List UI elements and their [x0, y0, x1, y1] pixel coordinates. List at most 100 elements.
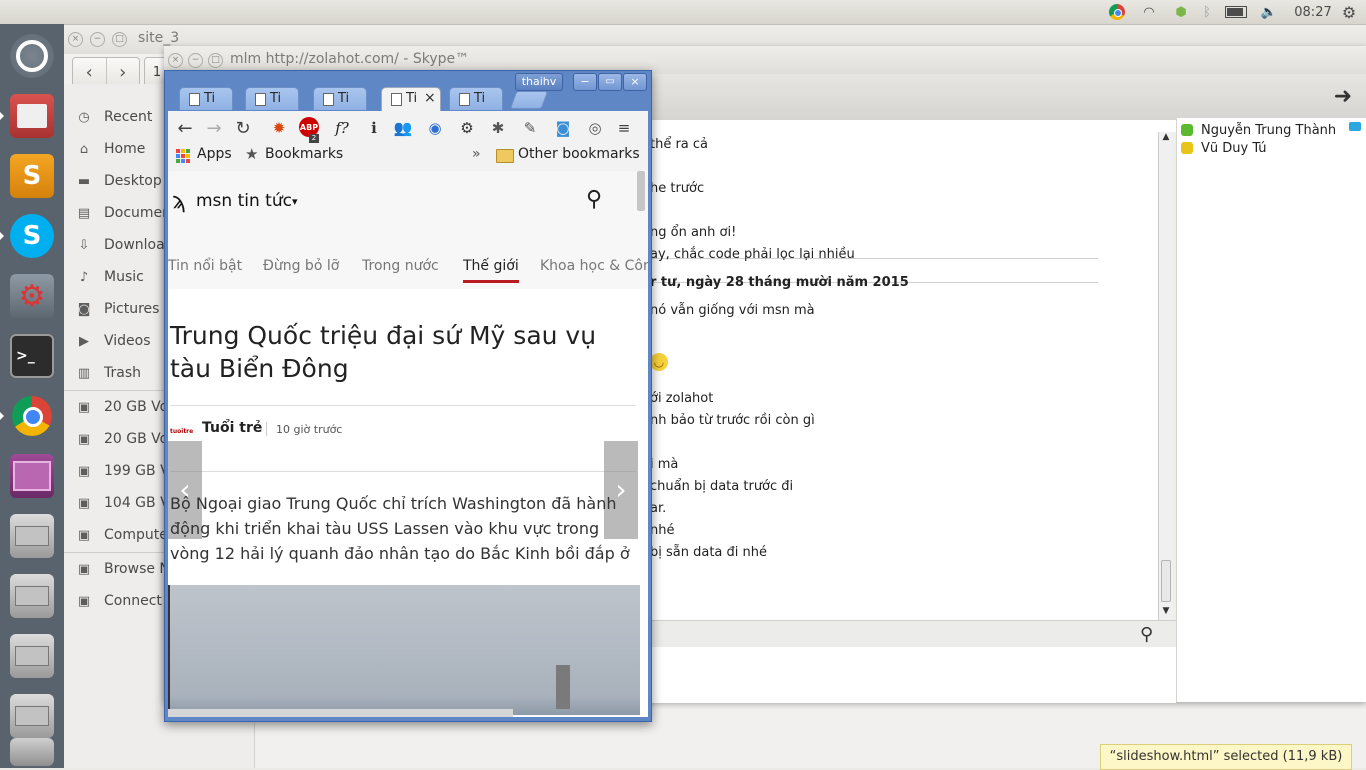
- nav-tab[interactable]: Khoa học & Công nghệ: [540, 258, 648, 280]
- volume-icon[interactable]: 🔈: [1258, 3, 1280, 21]
- sidebar-item-label: Desktop: [104, 173, 162, 189]
- tab-title: Ti: [270, 91, 282, 106]
- folder-icon: ▬: [77, 173, 91, 189]
- drive-icon[interactable]: [6, 570, 58, 622]
- chat-scrollbar[interactable]: ▲ ▼: [1158, 132, 1173, 620]
- bluetooth-icon[interactable]: ᛒ: [1198, 3, 1216, 21]
- apps-icon[interactable]: [176, 149, 190, 163]
- contact-name: Vũ Duy Tú: [1201, 140, 1267, 156]
- tab[interactable]: Ti: [179, 87, 233, 110]
- chat-message: nhé: [650, 523, 675, 538]
- system-settings-icon[interactable]: ⚙: [6, 270, 58, 322]
- spider-icon[interactable]: ✱: [487, 117, 509, 139]
- message-composer[interactable]: ⚲: [650, 620, 1176, 703]
- sublime-text-icon[interactable]: S: [6, 150, 58, 202]
- terminal-icon[interactable]: >_: [6, 330, 58, 382]
- font-icon[interactable]: f?: [331, 117, 353, 139]
- gear-icon[interactable]: ⚙: [456, 117, 478, 139]
- star-icon: ★: [245, 145, 259, 163]
- article-source[interactable]: Tuổi trẻ: [202, 420, 262, 436]
- maximize-button[interactable]: ▭: [598, 73, 622, 91]
- nav-tab[interactable]: Thế giới: [463, 258, 519, 283]
- chevron-down-icon[interactable]: ▾: [292, 195, 298, 208]
- chat-message: he trước: [650, 181, 705, 196]
- minimize-button[interactable]: −: [573, 73, 597, 91]
- chrome-icon[interactable]: [1106, 3, 1128, 21]
- scroll-thumb[interactable]: [1161, 560, 1171, 602]
- back-icon[interactable]: ←: [174, 117, 196, 139]
- maximize-button[interactable]: □: [112, 32, 127, 47]
- horizontal-scrollbar[interactable]: [168, 709, 513, 717]
- drive-icon[interactable]: [6, 690, 58, 742]
- close-tab-icon[interactable]: ×: [424, 90, 436, 106]
- nav-tab[interactable]: Đừng bỏ lỡ: [263, 258, 339, 280]
- tab[interactable]: Ti: [449, 87, 503, 110]
- sidebar-item-label: Pictures: [104, 301, 160, 317]
- page-icon: [459, 93, 470, 106]
- bookmarks-overflow-button[interactable]: »: [472, 146, 481, 162]
- battery-icon[interactable]: [1222, 3, 1250, 21]
- workspace-switcher-icon[interactable]: [6, 450, 58, 502]
- globe-icon[interactable]: ◉: [424, 117, 446, 139]
- camera-icon[interactable]: ◙: [552, 117, 574, 139]
- clock[interactable]: 08:27: [1290, 3, 1336, 21]
- people-icon[interactable]: 👥: [392, 117, 414, 139]
- maximize-button[interactable]: □: [208, 53, 223, 68]
- contact-item[interactable]: Vũ Duy Tú: [1181, 139, 1365, 157]
- eyedropper-icon[interactable]: ✎: [519, 117, 541, 139]
- page-icon: [189, 93, 200, 106]
- close-button[interactable]: ×: [623, 73, 647, 91]
- forward-arrow-icon[interactable]: ➜: [1334, 84, 1352, 109]
- running-indicator: [0, 232, 4, 240]
- profile-badge[interactable]: thaihv: [515, 73, 563, 91]
- chrome-icon[interactable]: [6, 390, 58, 442]
- sidebar-item-label: Home: [104, 141, 146, 157]
- minimize-button[interactable]: −: [188, 53, 203, 68]
- close-button[interactable]: ×: [68, 32, 83, 47]
- ubuntu-logo-icon[interactable]: [6, 30, 58, 82]
- document-icon: ▤: [77, 205, 91, 221]
- network-icon[interactable]: ⬢: [1170, 3, 1192, 21]
- reload-icon[interactable]: ↻: [232, 117, 254, 139]
- film-icon[interactable]: ◎: [584, 117, 606, 139]
- nav-tab[interactable]: Trong nước: [362, 258, 439, 280]
- drive-icon: ▣: [77, 463, 91, 479]
- search-icon[interactable]: ⚲: [1140, 624, 1153, 645]
- server-icon: ▣: [77, 593, 91, 609]
- brand-title[interactable]: msn tin tức: [196, 191, 292, 211]
- drive-icon: ▣: [77, 399, 91, 415]
- bug-icon[interactable]: ✹: [268, 117, 290, 139]
- drive-icon[interactable]: [6, 630, 58, 682]
- chrome-toolbar: ← → ↻ ✹ ABP f? ℹ 👥 ◉ ⚙ ✱ ✎ ◙ ◎ ≡ 2 Apps ★ Bookmarks …: [168, 111, 648, 171]
- trash-icon[interactable]: [6, 736, 58, 768]
- trash-icon: ▥: [77, 365, 91, 381]
- gear-icon[interactable]: ⚙: [1338, 3, 1360, 22]
- msn-icon: [391, 93, 402, 106]
- page-scrollbar[interactable]: [637, 171, 645, 211]
- network-icon: ▣: [77, 561, 91, 577]
- drive-icon[interactable]: [6, 510, 58, 562]
- tab[interactable]: Ti: [313, 87, 367, 110]
- contact-item[interactable]: Nguyễn Trung Thành: [1181, 121, 1365, 139]
- close-button[interactable]: ×: [168, 53, 183, 68]
- tab[interactable]: Ti: [245, 87, 299, 110]
- info-icon[interactable]: ℹ: [363, 117, 385, 139]
- forward-icon[interactable]: →: [203, 117, 225, 139]
- apps-link[interactable]: Apps: [197, 146, 232, 162]
- other-bookmarks-link[interactable]: Other bookmarks: [518, 146, 640, 162]
- tab-active[interactable]: Ti ×: [381, 87, 441, 111]
- files-icon[interactable]: [6, 90, 58, 142]
- bookmarks-link[interactable]: Bookmarks: [265, 146, 343, 162]
- sidebar-item-label: Videos: [104, 333, 151, 349]
- nav-tab[interactable]: Tin nổi bật: [168, 258, 242, 280]
- chat-message: nó vẫn giống với msn mà: [650, 303, 815, 318]
- skype-toolbar: ➜: [650, 74, 1366, 121]
- wifi-icon[interactable]: ◠: [1138, 3, 1160, 21]
- minimize-button[interactable]: −: [90, 32, 105, 47]
- search-icon[interactable]: ⚲: [586, 187, 602, 212]
- skype-icon[interactable]: S: [6, 210, 58, 262]
- msn-header: ϡ msn tin tức ▾ ⚲ Tin nổi bật Đừng bỏ lỡ T…: [168, 171, 648, 289]
- menu-icon[interactable]: ≡: [613, 117, 635, 139]
- new-tab-button[interactable]: [509, 91, 549, 109]
- chat-message: ay, chắc code phải lọc lại nhiều: [650, 247, 855, 262]
